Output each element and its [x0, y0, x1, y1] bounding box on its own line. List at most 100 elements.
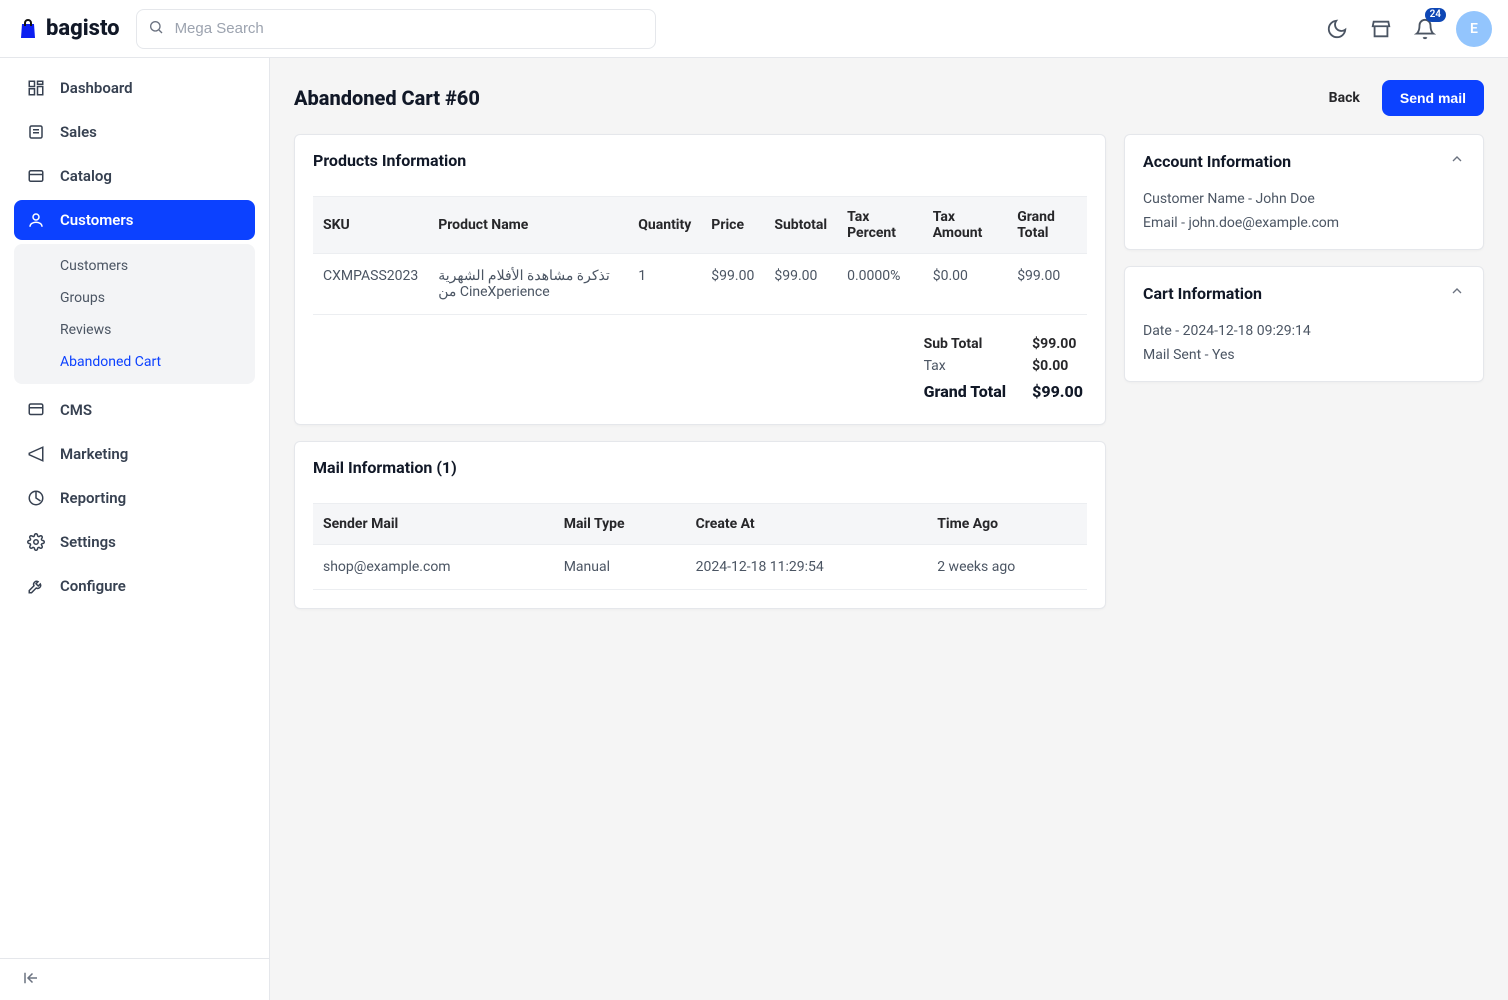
settings-icon — [26, 532, 46, 552]
bell-icon[interactable]: 24 — [1412, 16, 1438, 42]
col-name: Product Name — [428, 197, 628, 254]
cart-date-line: Date - 2024-12-18 09:29:14 — [1143, 319, 1465, 343]
col-tax-pct: Tax Percent — [837, 197, 923, 254]
sidebar-item-settings[interactable]: Settings — [14, 522, 255, 562]
account-heading[interactable]: Account Information — [1125, 135, 1483, 187]
sidebar-item-marketing[interactable]: Marketing — [14, 434, 255, 474]
col-subtotal: Subtotal — [764, 197, 837, 254]
page-actions: Back Send mail — [1329, 80, 1484, 116]
mail-table: Sender Mail Mail Type Create At Time Ago… — [313, 503, 1087, 590]
sales-icon — [26, 122, 46, 142]
cell-type: Manual — [554, 545, 686, 590]
store-icon[interactable] — [1368, 16, 1394, 42]
grand-label: Grand Total — [924, 377, 1033, 406]
bag-icon — [16, 17, 40, 41]
col-price: Price — [701, 197, 764, 254]
cell-tax-amt: $0.00 — [923, 254, 1007, 315]
col-type: Mail Type — [554, 504, 686, 545]
brand-logo[interactable]: bagisto — [16, 16, 120, 41]
tax-label: Tax — [924, 355, 1033, 377]
subnav-customers[interactable]: Customers — [14, 250, 255, 282]
sidebar-item-label: Sales — [60, 123, 97, 141]
topbar-actions: 24 E — [1324, 11, 1492, 47]
sidebar-item-label: Catalog — [60, 167, 112, 185]
search-icon — [148, 19, 164, 39]
table-header-row: SKU Product Name Quantity Price Subtotal… — [313, 197, 1087, 254]
subtotal-label: Sub Total — [924, 333, 1033, 355]
cell-price: $99.00 — [701, 254, 764, 315]
send-mail-button[interactable]: Send mail — [1382, 80, 1484, 116]
products-table: SKU Product Name Quantity Price Subtotal… — [313, 196, 1087, 315]
chevron-up-icon[interactable] — [1449, 151, 1465, 171]
table-header-row: Sender Mail Mail Type Create At Time Ago — [313, 504, 1087, 545]
col-sku: SKU — [313, 197, 428, 254]
reporting-icon — [26, 488, 46, 508]
sidebar-item-reporting[interactable]: Reporting — [14, 478, 255, 518]
col-grand: Grand Total — [1007, 197, 1087, 254]
sidebar-item-sales[interactable]: Sales — [14, 112, 255, 152]
sidebar-item-label: Customers — [60, 211, 133, 229]
dashboard-icon — [26, 78, 46, 98]
grand-total-row: Grand Total $99.00 — [924, 377, 1083, 406]
search-wrap — [136, 9, 656, 49]
sidebar-item-label: CMS — [60, 401, 92, 419]
subnav-groups[interactable]: Groups — [14, 282, 255, 314]
collapse-icon — [22, 969, 40, 991]
avatar[interactable]: E — [1456, 11, 1492, 47]
customers-subnav: Customers Groups Reviews Abandoned Cart — [14, 244, 255, 384]
tax-value: $0.00 — [1032, 355, 1083, 377]
sidebar-item-label: Settings — [60, 533, 116, 551]
cell-subtotal: $99.00 — [764, 254, 837, 315]
subtotal-row: Sub Total $99.00 — [924, 333, 1083, 355]
sidebar-item-label: Marketing — [60, 445, 128, 463]
cell-sku: CXMPASS2023 — [313, 254, 428, 315]
col-tax-amt: Tax Amount — [923, 197, 1007, 254]
sidebar-item-configure[interactable]: Configure — [14, 566, 255, 606]
brand-name: bagisto — [46, 16, 120, 41]
grand-value: $99.00 — [1032, 377, 1083, 406]
marketing-icon — [26, 444, 46, 464]
cell-ago: 2 weeks ago — [927, 545, 1087, 590]
page-header: Abandoned Cart #60 Back Send mail — [294, 80, 1484, 116]
cart-info-card: Cart Information Date - 2024-12-18 09:29… — [1124, 266, 1484, 382]
back-link[interactable]: Back — [1329, 90, 1360, 106]
cell-sender: shop@example.com — [313, 545, 554, 590]
content: Abandoned Cart #60 Back Send mail Produc… — [270, 58, 1508, 1000]
cell-qty: 1 — [628, 254, 701, 315]
col-qty: Quantity — [628, 197, 701, 254]
notification-badge: 24 — [1425, 8, 1446, 22]
table-row: CXMPASS2023 تذكرة مشاهدة الأفلام الشهرية… — [313, 254, 1087, 315]
cms-icon — [26, 400, 46, 420]
account-body: Customer Name - John Doe Email - john.do… — [1125, 187, 1483, 249]
search-input[interactable] — [136, 9, 656, 49]
cart-info-body: Date - 2024-12-18 09:29:14 Mail Sent - Y… — [1125, 319, 1483, 381]
cell-grand: $99.00 — [1007, 254, 1087, 315]
sidebar-collapse-button[interactable] — [0, 958, 269, 1000]
catalog-icon — [26, 166, 46, 186]
topbar: bagisto 24 E — [0, 0, 1508, 58]
customers-icon — [26, 210, 46, 230]
sidebar-item-catalog[interactable]: Catalog — [14, 156, 255, 196]
mail-heading: Mail Information (1) — [295, 442, 1105, 493]
dark-mode-icon[interactable] — [1324, 16, 1350, 42]
col-created: Create At — [686, 504, 928, 545]
sidebar-item-dashboard[interactable]: Dashboard — [14, 68, 255, 108]
cart-info-heading[interactable]: Cart Information — [1125, 267, 1483, 319]
subnav-abandoned-cart[interactable]: Abandoned Cart — [14, 346, 255, 378]
sidebar-item-customers[interactable]: Customers — [14, 200, 255, 240]
sidebar-item-cms[interactable]: CMS — [14, 390, 255, 430]
sidebar-item-label: Dashboard — [60, 79, 133, 97]
subnav-reviews[interactable]: Reviews — [14, 314, 255, 346]
col-sender: Sender Mail — [313, 504, 554, 545]
cart-mail-sent-line: Mail Sent - Yes — [1143, 343, 1465, 367]
chevron-up-icon[interactable] — [1449, 283, 1465, 303]
configure-icon — [26, 576, 46, 596]
products-card: Products Information SKU Product Name Qu… — [294, 134, 1106, 425]
mail-card: Mail Information (1) Sender Mail Mail Ty… — [294, 441, 1106, 609]
cell-created: 2024-12-18 11:29:54 — [686, 545, 928, 590]
sidebar-item-label: Reporting — [60, 489, 126, 507]
customer-name-line: Customer Name - John Doe — [1143, 187, 1465, 211]
account-card: Account Information Customer Name - John… — [1124, 134, 1484, 250]
customer-email-line: Email - john.doe@example.com — [1143, 211, 1465, 235]
subtotal-value: $99.00 — [1032, 333, 1083, 355]
